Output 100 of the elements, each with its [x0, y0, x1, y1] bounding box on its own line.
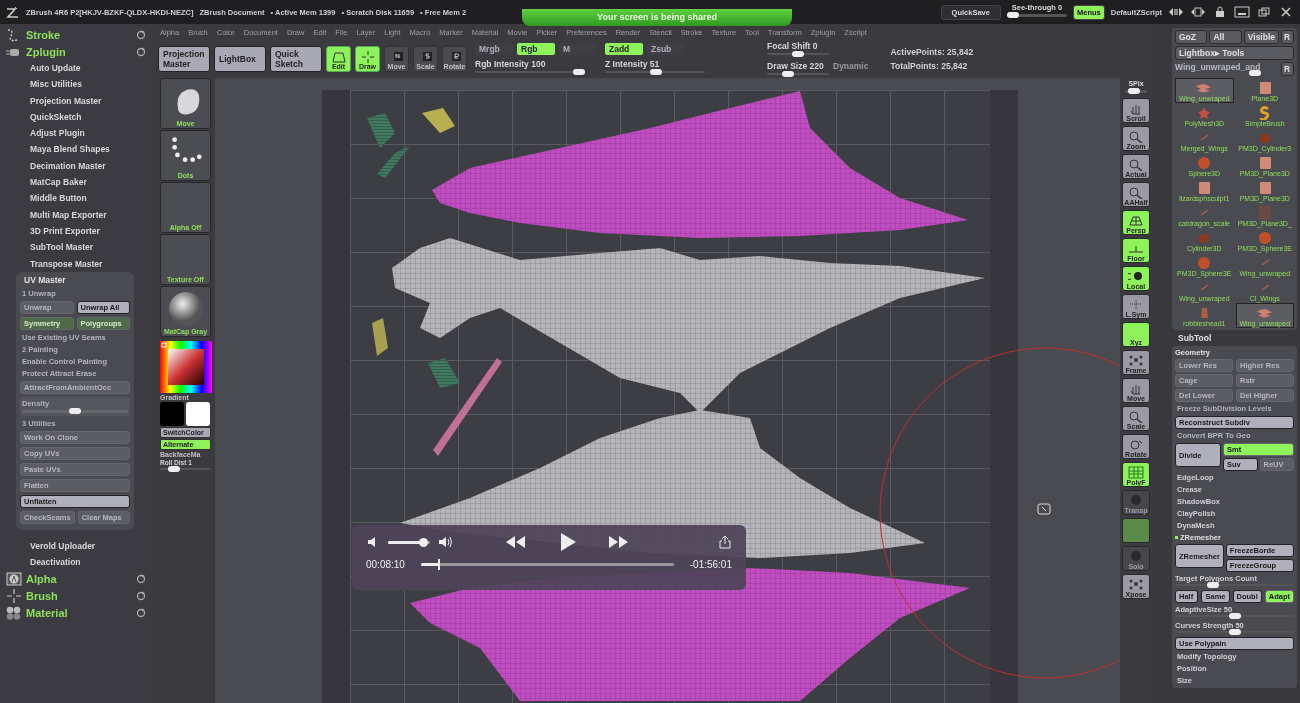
restore-icon — [1256, 6, 1272, 18]
plugin-item[interactable]: Adjust Plugin — [6, 125, 146, 142]
dynamic-label[interactable]: Dynamic — [833, 61, 869, 71]
refresh-icon — [136, 29, 146, 40]
mode-toggle[interactable]: Zsub — [647, 43, 685, 55]
magnifier-icon — [1128, 410, 1144, 423]
subtool-title[interactable]: SubTool — [1172, 331, 1297, 345]
share-icon — [718, 535, 732, 549]
palette-title[interactable]: Stroke — [26, 28, 132, 41]
slider-thumb[interactable] — [438, 559, 441, 570]
minimize-icon — [1234, 6, 1250, 18]
slider-thumb[interactable] — [782, 71, 794, 77]
slider-thumb[interactable] — [69, 407, 81, 414]
matcap-sphere-icon — [166, 290, 205, 328]
magnifier-icon — [1128, 130, 1144, 143]
uv-piece-drawing — [367, 113, 395, 148]
trapezoid-icon — [331, 51, 346, 63]
palette-title[interactable]: Zplugin — [26, 45, 132, 58]
uv-piece-drawing — [372, 318, 388, 356]
value-slider[interactable]: Focal Shift 0 — [767, 41, 829, 57]
slider-thumb[interactable] — [418, 537, 428, 547]
plugin-item[interactable]: Transpose Master — [6, 255, 146, 272]
plugin-item[interactable]: Multi Map Exporter — [6, 206, 146, 223]
layout-arrows-icon — [1190, 6, 1206, 18]
plugin-item[interactable]: SubTool Master — [6, 239, 146, 256]
primary-color-swatch[interactable] — [160, 402, 184, 426]
mode-toggle[interactable]: Rgb — [517, 43, 555, 55]
secondary-color-swatch[interactable] — [186, 402, 210, 426]
value-slider[interactable]: Draw Size 220 — [767, 61, 829, 77]
plugin-item[interactable]: Decimation Master — [6, 157, 146, 175]
mode-toggle[interactable]: Mrgb — [475, 43, 513, 55]
slider-thumb[interactable] — [167, 466, 180, 472]
wing-mesh-icon — [1255, 306, 1274, 320]
crosshair-icon — [6, 588, 22, 603]
lightbox-tools-button[interactable]: Lightbox▸ Tools — [1175, 46, 1294, 60]
plugin-item[interactable]: Projection Master — [6, 92, 146, 109]
scroll-arrows-icon — [1168, 6, 1184, 18]
screen-share-banner: Your screen is being shared — [522, 9, 792, 26]
plugin-item[interactable]: Verold Uploader — [6, 537, 146, 555]
frame-icon — [1128, 354, 1144, 367]
plugin-item[interactable]: 3D Print Exporter — [6, 222, 146, 240]
plugin-item[interactable]: Middle Button — [6, 190, 146, 207]
slider-thumb[interactable] — [573, 69, 585, 75]
tool-button[interactable]: GoZ — [1175, 30, 1208, 44]
palette-title[interactable]: Material — [26, 606, 132, 619]
local-icon — [1128, 270, 1144, 283]
spheres-icon — [6, 605, 22, 620]
slider-thumb[interactable] — [1228, 613, 1241, 619]
tool-button[interactable]: Visible — [1243, 30, 1279, 44]
mode-toggle[interactable]: M — [559, 43, 597, 55]
slider-thumb[interactable] — [1006, 12, 1019, 18]
fast-forward-icon — [608, 533, 630, 551]
slider-thumb[interactable] — [1207, 582, 1220, 588]
uv-piece-drawing — [377, 146, 410, 178]
plugin-item[interactable]: Deactivation — [6, 554, 146, 571]
slider-thumb[interactable] — [649, 69, 662, 75]
perspective-grid-icon — [1128, 214, 1144, 227]
shelf-button[interactable] — [1122, 518, 1150, 543]
crosshair-icon — [360, 51, 375, 63]
plugin-item[interactable]: Auto Update — [6, 60, 146, 77]
value-slider[interactable]: Z Intensity 51 — [605, 59, 705, 75]
zbrush-logo-icon — [6, 6, 20, 18]
toolbar-button[interactable]: Projection Master — [158, 46, 210, 72]
sphere-icon — [1128, 494, 1144, 507]
refresh-icon — [136, 46, 146, 57]
remaining-time: -01:56:01 — [689, 559, 732, 570]
slider-thumb[interactable] — [1248, 70, 1261, 76]
cursor-icon — [1037, 503, 1051, 515]
point-count: TotalPoints: 25,842 — [890, 61, 969, 71]
subpalette-title[interactable]: UV Master — [20, 273, 130, 286]
tool-button[interactable]: R — [1281, 30, 1294, 44]
value-slider[interactable]: Rgb Intensity 100 — [475, 59, 585, 75]
toolbar-button[interactable]: Quick Sketch — [270, 46, 322, 72]
symmetry-icon — [1128, 298, 1144, 311]
wing-mesh-icon — [1195, 81, 1214, 95]
plugin-item[interactable]: QuickSketch — [6, 108, 146, 126]
reset-button[interactable]: R — [1281, 62, 1294, 76]
palette-title[interactable]: Brush — [26, 589, 132, 602]
uv-piece-drawing — [422, 108, 455, 133]
plugin-item[interactable]: Misc Utilities — [6, 76, 146, 93]
plugin-item[interactable]: MatCap Baker — [6, 174, 146, 191]
mode-toggle[interactable]: Zadd — [605, 43, 643, 55]
current-tool-slider[interactable]: Wing_unwraped_and — [1175, 62, 1279, 76]
toolbar-button[interactable]: LightBox — [214, 46, 266, 72]
plugin-item[interactable]: Maya Blend Shapes — [6, 141, 146, 158]
slider-thumb[interactable] — [1128, 88, 1140, 94]
slider-thumb[interactable] — [1228, 629, 1241, 635]
tool-button[interactable]: All — [1209, 30, 1242, 44]
rewind-icon — [504, 533, 526, 551]
bullet-icon — [1175, 536, 1178, 539]
point-count: ActivePoints: 25,842 — [890, 47, 974, 57]
refresh-icon — [136, 607, 146, 618]
color-picker — [160, 341, 212, 393]
speaker-high-icon — [438, 535, 452, 549]
slider-thumb[interactable] — [792, 51, 804, 57]
alpha-icon — [6, 571, 22, 586]
sphere-icon — [1128, 550, 1144, 563]
rotate-icon — [1128, 438, 1144, 451]
close-icon — [1278, 6, 1294, 18]
palette-title[interactable]: Alpha — [26, 572, 132, 585]
